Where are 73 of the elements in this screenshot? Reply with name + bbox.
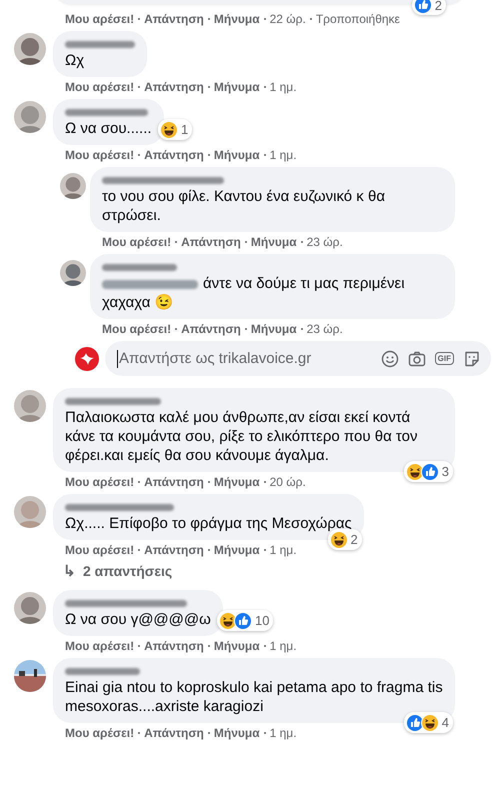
avatar[interactable] bbox=[14, 496, 46, 528]
action-link[interactable]: Μήνυμα bbox=[214, 149, 260, 161]
action-link[interactable]: Απάντηση bbox=[144, 727, 204, 739]
action-link[interactable]: Μου αρέσει! bbox=[65, 544, 134, 556]
action-link[interactable]: Μου αρέσει! bbox=[65, 727, 134, 739]
comment-text: Ω να σου...... bbox=[65, 120, 152, 137]
blurred-name bbox=[65, 41, 135, 48]
laughing-emoji-icon bbox=[420, 714, 439, 732]
action-link[interactable]: Μήνυμα bbox=[214, 544, 260, 556]
reaction-badge[interactable]: 10 bbox=[217, 610, 274, 631]
action-link[interactable]: Απάντηση bbox=[144, 544, 204, 556]
avatar[interactable] bbox=[14, 101, 46, 133]
action-link[interactable]: Μήνυμα bbox=[250, 323, 297, 335]
camera-icon[interactable] bbox=[408, 350, 426, 368]
action-link[interactable]: Απάντηση bbox=[144, 476, 204, 488]
action-link[interactable]: Μου αρέσει! bbox=[65, 476, 134, 488]
action-link[interactable]: Απάντηση bbox=[144, 81, 204, 93]
comment-text: άντε να δούμε τι μας περιμένει χαχαχα 😉 bbox=[102, 275, 405, 311]
comment-text: Einai gia ntou to koproskulo kai petama apo to fragma tis mesoxoras....axriste karagiozi bbox=[65, 679, 443, 715]
timestamp[interactable]: 1 ημ. bbox=[270, 149, 297, 161]
reaction-badge[interactable]: 3 bbox=[404, 461, 453, 482]
avatar[interactable] bbox=[60, 173, 86, 199]
action-link[interactable]: Μου αρέσει! bbox=[65, 149, 134, 161]
timestamp[interactable]: 23 ώρ. bbox=[306, 236, 343, 248]
comment-text: Ωχ..... Επίφοβο το φράγμα της Μεσοχώρας bbox=[65, 515, 352, 532]
laughing-emoji-icon bbox=[160, 120, 178, 138]
timestamp[interactable]: 1 ημ. bbox=[270, 544, 297, 556]
emoji-icon[interactable] bbox=[380, 350, 399, 368]
replies-count-label[interactable]: 2 απαντήσεις bbox=[83, 563, 172, 579]
action-link[interactable]: Μου αρέσει! bbox=[65, 13, 134, 25]
reaction-badge[interactable]: 1 bbox=[158, 119, 192, 140]
action-link[interactable]: Μήνυμα bbox=[214, 476, 260, 488]
laughing-emoji-icon bbox=[330, 530, 348, 548]
avatar[interactable] bbox=[14, 33, 46, 65]
comment-text: Ωχ bbox=[65, 52, 84, 69]
action-link[interactable]: Μου αρέσει! bbox=[102, 323, 172, 335]
action-link[interactable]: Μήνυμα bbox=[214, 640, 260, 652]
action-link[interactable]: Απάντηση bbox=[144, 640, 204, 652]
reply-field[interactable]: Απαντήστε ως trikalavoice.gr GIF bbox=[105, 341, 491, 376]
timestamp[interactable]: 22 ώρ. bbox=[270, 13, 306, 25]
reaction-badge[interactable]: 4 bbox=[404, 712, 453, 733]
timestamp[interactable]: 1 ημ. bbox=[270, 727, 297, 739]
edited-label[interactable]: Τροποποιήθηκε bbox=[316, 13, 400, 25]
action-link[interactable]: Μήνυμα bbox=[214, 13, 260, 25]
reaction-badge[interactable]: 2 bbox=[412, 0, 446, 15]
action-link[interactable]: Μήνυμα bbox=[214, 81, 260, 93]
timestamp[interactable]: 23 ώρ. bbox=[306, 323, 343, 335]
comment-text: Παλαιοκωστα καλέ μου άνθρωπε,αν είσαι εκεί κοντά κάνε τα κουμάντα σου, ρίξε το ελικόπτερο που θα τον φέρει.και εμείς θα σου κάνουμε άγαλμα. bbox=[65, 409, 418, 464]
reply-arrow-icon: ↳ bbox=[63, 562, 76, 580]
comment-text: Ω να σου γ@@@@ω bbox=[65, 611, 211, 628]
action-link[interactable]: Απάντηση bbox=[181, 236, 241, 248]
timestamp[interactable]: 1 ημ. bbox=[270, 81, 297, 93]
timestamp[interactable]: 1 ημ. bbox=[270, 640, 297, 652]
like-icon bbox=[414, 0, 432, 14]
timestamp[interactable]: 20 ώρ. bbox=[270, 476, 306, 488]
like-icon bbox=[420, 462, 439, 480]
action-link[interactable]: Μήνυμα bbox=[214, 727, 260, 739]
action-link[interactable]: Μου αρέσει! bbox=[102, 236, 172, 248]
action-link[interactable]: Απάντηση bbox=[144, 149, 204, 161]
avatar[interactable] bbox=[14, 390, 46, 422]
avatar[interactable] bbox=[14, 592, 46, 624]
action-link[interactable]: Μου αρέσει! bbox=[65, 81, 134, 93]
view-replies-link[interactable]: ↳ 2 απαντήσεις bbox=[63, 562, 479, 580]
gif-button[interactable]: GIF bbox=[434, 352, 454, 365]
action-link[interactable]: Μήνυμα bbox=[250, 236, 297, 248]
action-link[interactable]: Μου αρέσει! bbox=[65, 640, 134, 652]
comment-text: το νου σου φίλε. Καντου ένα ευζωνικό κ θα στρώσει. bbox=[102, 188, 385, 224]
avatar[interactable] bbox=[60, 260, 86, 286]
action-link[interactable]: Απάντηση bbox=[144, 13, 204, 25]
sticker-icon[interactable] bbox=[463, 350, 481, 368]
page-logo-icon bbox=[75, 346, 99, 370]
like-icon bbox=[234, 612, 252, 630]
action-link[interactable]: Απάντηση bbox=[181, 323, 241, 335]
